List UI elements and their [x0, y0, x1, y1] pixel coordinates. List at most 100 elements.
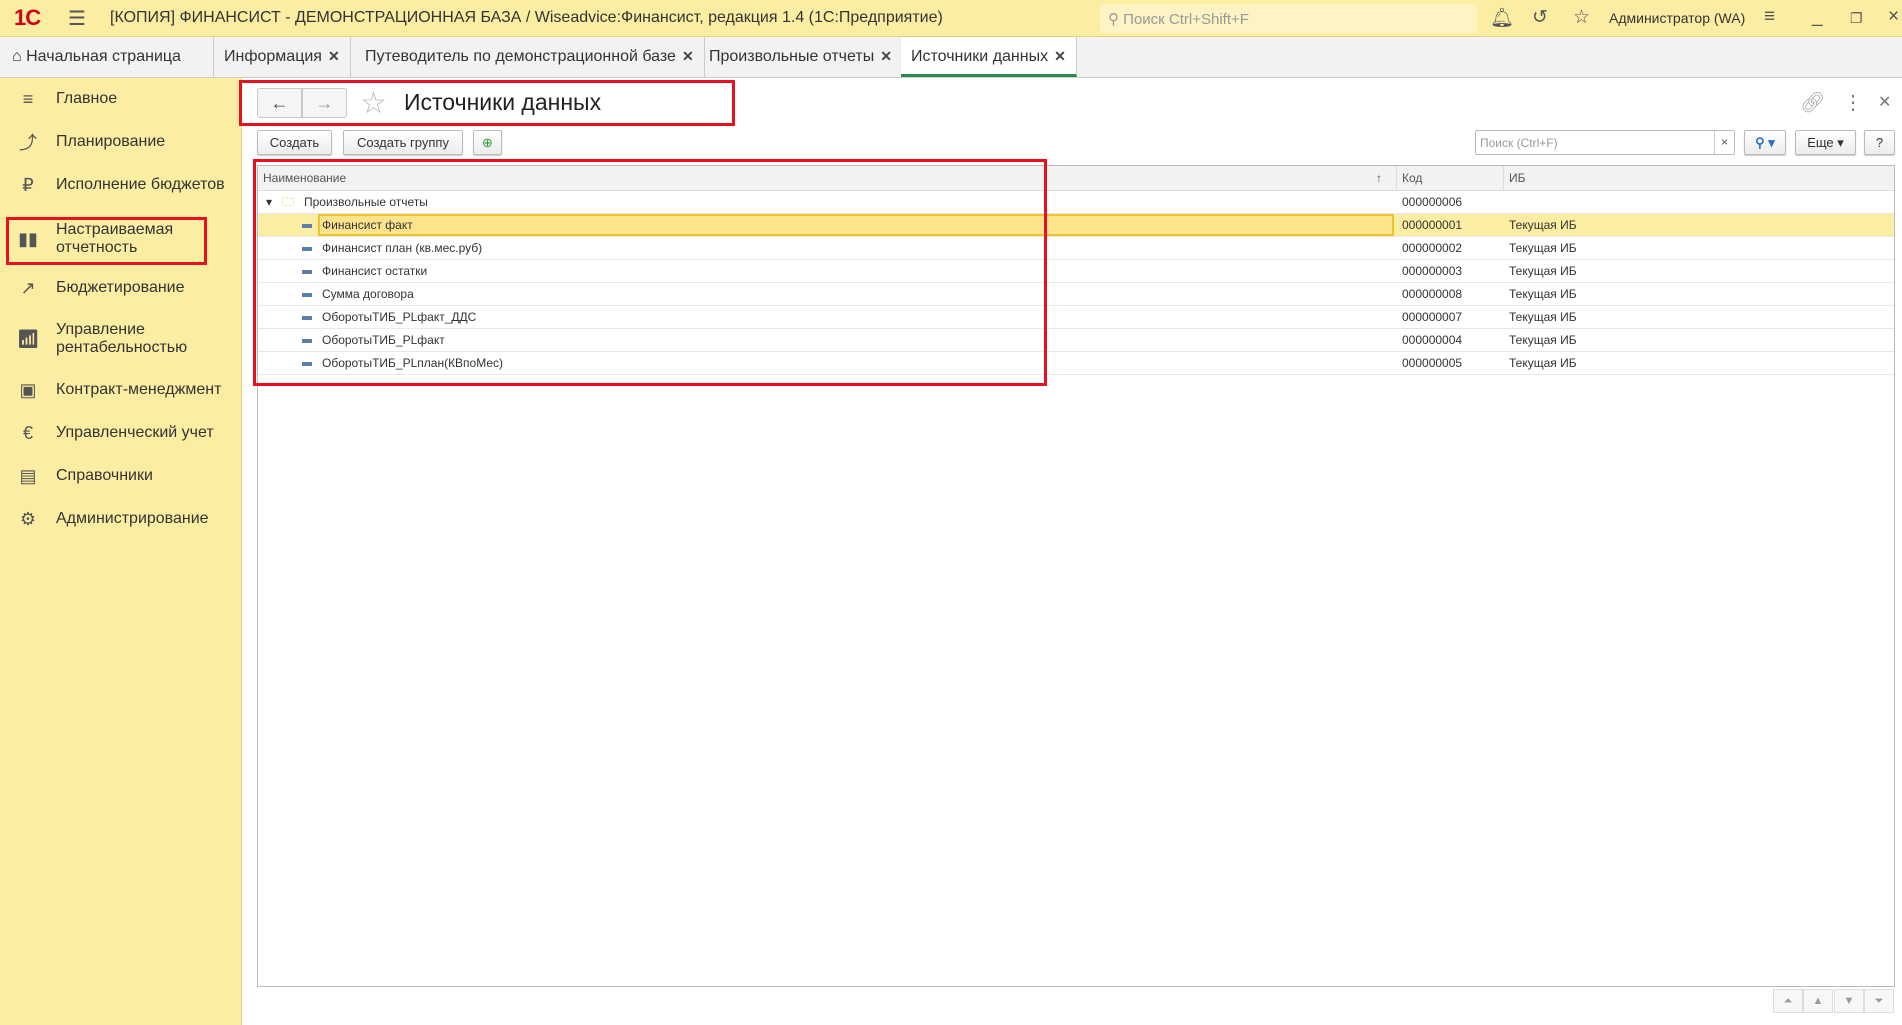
page-title: Источники данных	[404, 89, 602, 115]
row-ib: Текущая ИБ	[1509, 218, 1577, 232]
sidebar-item-administration[interactable]: ⚙ Администрирование	[0, 508, 240, 530]
forward-button[interactable]: →	[302, 88, 347, 118]
bar-chart-icon: ▮▮	[18, 228, 38, 249]
table-row[interactable]: Финансист план (кв.мес.руб) 000000002 Теку…	[258, 237, 1894, 260]
sidebar-item-contract-management[interactable]: ▣ Контракт-менеджмент	[0, 379, 240, 401]
tab-guide[interactable]: Путеводитель по демонстрационной базе ✕	[355, 37, 705, 77]
scroll-down-button[interactable]: ▼	[1834, 989, 1864, 1013]
row-name: Финансист остатки	[322, 264, 428, 278]
close-window-icon[interactable]: ×	[1888, 6, 1899, 28]
scroll-up-button[interactable]: ▲	[1803, 989, 1833, 1013]
sidebar-item-profitability[interactable]: 📶︎ Управление рентабельностью	[0, 318, 240, 360]
item-icon	[302, 352, 321, 374]
1c-logo: 1С	[14, 5, 41, 30]
table-row[interactable]: ОборотыТИБ_PLплан(КВпоМес) 000000005 Текущ…	[258, 352, 1894, 375]
row-name: ОборотыТИБ_PLфакт	[322, 333, 445, 347]
sidebar-item-budgeting[interactable]: ↗ Бюджетирование	[0, 277, 240, 299]
sidebar-label: Администрирование	[56, 510, 209, 527]
row-name: ОборотыТИБ_PLфакт_ДДС	[322, 310, 477, 324]
table-row[interactable]: ОборотыТИБ_PLфакт_ДДС 000000007 Текущая ИБ	[258, 306, 1894, 329]
row-name: Сумма договора	[322, 287, 414, 301]
column-header-code[interactable]: Код	[1397, 166, 1504, 191]
more-actions-icon[interactable]: ⋮	[1843, 90, 1863, 115]
sidebar-label: Справочники	[56, 467, 153, 484]
row-code: 000000005	[1402, 356, 1463, 370]
table-row[interactable]: Финансист остатки 000000003 Текущая ИБ	[258, 260, 1894, 283]
close-tab-icon[interactable]: ✕	[682, 48, 694, 64]
row-name: Финансист факт	[322, 218, 413, 232]
table-row[interactable]: Финансист факт 000000001 Текущая ИБ	[258, 214, 1894, 237]
search-input[interactable]: Поиск (Ctrl+F) ×	[1475, 130, 1735, 155]
create-group-button[interactable]: Создать группу	[343, 130, 463, 155]
group-code: 000000006	[1402, 195, 1463, 209]
sidebar-item-main[interactable]: ≡ Главное	[0, 88, 240, 110]
sidebar-label: Планирование	[56, 133, 166, 150]
gear-icon: ⚙	[19, 508, 37, 529]
row-code: 000000003	[1402, 264, 1463, 278]
restore-icon[interactable]: ❐	[1850, 10, 1863, 27]
table-header: Наименование ↑ Код ИБ	[258, 166, 1894, 191]
bell-icon[interactable]: 🔔︎	[1490, 6, 1514, 30]
close-tab-icon[interactable]: ✕	[1054, 48, 1066, 64]
row-ib: Текущая ИБ	[1509, 264, 1577, 278]
more-button[interactable]: Еще ▾	[1795, 130, 1856, 155]
table-row[interactable]: Сумма договора 000000008 Текущая ИБ	[258, 283, 1894, 306]
item-icon	[302, 283, 321, 305]
column-label: Наименование	[263, 171, 347, 185]
sidebar: ≡ Главное ⤴ Планирование ₽ Исполнение бюдже…	[0, 78, 242, 1025]
scroll-top-button[interactable]: ⏶	[1773, 989, 1803, 1013]
back-button[interactable]: ←	[257, 88, 302, 118]
row-ib: Текущая ИБ	[1509, 310, 1577, 324]
tab-label: Произвольные отчеты	[709, 48, 875, 65]
app-title: [КОПИЯ] ФИНАНСИСТ - ДЕМОНСТРАЦИОННАЯ БАЗ…	[110, 9, 943, 26]
folder-icon: 🗀︎	[282, 195, 295, 209]
euro-icon: €	[22, 422, 33, 443]
sidebar-item-planning[interactable]: ⤴ Планирование	[0, 131, 240, 153]
link-icon[interactable]: 🔗︎	[1800, 90, 1825, 115]
item-icon	[302, 237, 321, 259]
minimize-icon[interactable]: _	[1812, 6, 1823, 28]
ruble-icon: ₽	[22, 174, 34, 195]
close-tab-icon[interactable]: ✕	[328, 48, 340, 64]
scroll-bottom-button[interactable]: ⏷	[1864, 989, 1894, 1013]
planning-chart-icon: ⤴	[19, 133, 37, 153]
favorite-star-icon[interactable]: ☆	[360, 86, 387, 121]
row-ib: Текущая ИБ	[1509, 333, 1577, 347]
settings-menu-icon[interactable]: ≡	[1764, 6, 1775, 28]
row-name: ОборотыТИБ_PLплан(КВпоМес)	[322, 356, 504, 370]
close-tab-icon[interactable]: ✕	[880, 48, 892, 64]
table-row[interactable]: ОборотыТИБ_PLфакт 000000004 Текущая ИБ	[258, 329, 1894, 352]
add-document-icon[interactable]: ⊕	[473, 130, 502, 155]
sidebar-item-catalogs[interactable]: ▤ Справочники	[0, 465, 240, 487]
history-icon[interactable]: ↺	[1532, 6, 1548, 29]
user-name[interactable]: Администратор (WA)	[1609, 10, 1745, 26]
briefcase-icon: ▣	[19, 379, 37, 400]
close-form-icon[interactable]: ✕	[1878, 92, 1891, 112]
expand-icon[interactable]: ▾	[266, 191, 272, 213]
create-button[interactable]: Создать	[257, 130, 332, 155]
tab-info[interactable]: Информация ✕	[214, 37, 351, 77]
global-search-placeholder: Поиск Ctrl+Shift+F	[1123, 11, 1249, 28]
tab-home[interactable]: ⌂ Начальная страница	[0, 37, 214, 77]
main-menu-icon[interactable]: ☰	[68, 6, 86, 31]
sidebar-label: Контракт-менеджмент	[56, 381, 222, 398]
sidebar-item-management-accounting[interactable]: € Управленческий учет	[0, 422, 240, 444]
favorites-star-icon[interactable]: ☆	[1573, 6, 1590, 29]
item-icon	[302, 329, 321, 351]
table-row-group[interactable]: ▾ 🗀︎ Произвольные отчеты 000000006	[258, 191, 1894, 214]
sidebar-item-custom-reporting[interactable]: ▮▮ Настраиваемая отчетность	[0, 218, 240, 260]
tab-custom-reports[interactable]: Произвольные отчеты ✕	[699, 37, 903, 77]
trend-icon: ↗	[20, 277, 36, 298]
search-options-button[interactable]: ⚲ ▾	[1744, 130, 1786, 155]
global-search-input[interactable]: ⚲ Поиск Ctrl+Shift+F	[1100, 4, 1477, 33]
tab-data-sources[interactable]: Источники данных ✕	[901, 37, 1077, 77]
sidebar-label: Главное	[56, 90, 118, 107]
clear-search-button[interactable]: ×	[1714, 131, 1734, 154]
row-code: 000000007	[1402, 310, 1463, 324]
item-icon	[302, 306, 321, 328]
sidebar-item-budget-execution[interactable]: ₽ Исполнение бюджетов	[0, 174, 240, 196]
column-header-ib[interactable]: ИБ	[1504, 166, 1894, 191]
help-button[interactable]: ?	[1864, 130, 1895, 155]
books-icon: ▤	[19, 465, 37, 486]
column-header-name[interactable]: Наименование ↑	[258, 166, 1397, 191]
